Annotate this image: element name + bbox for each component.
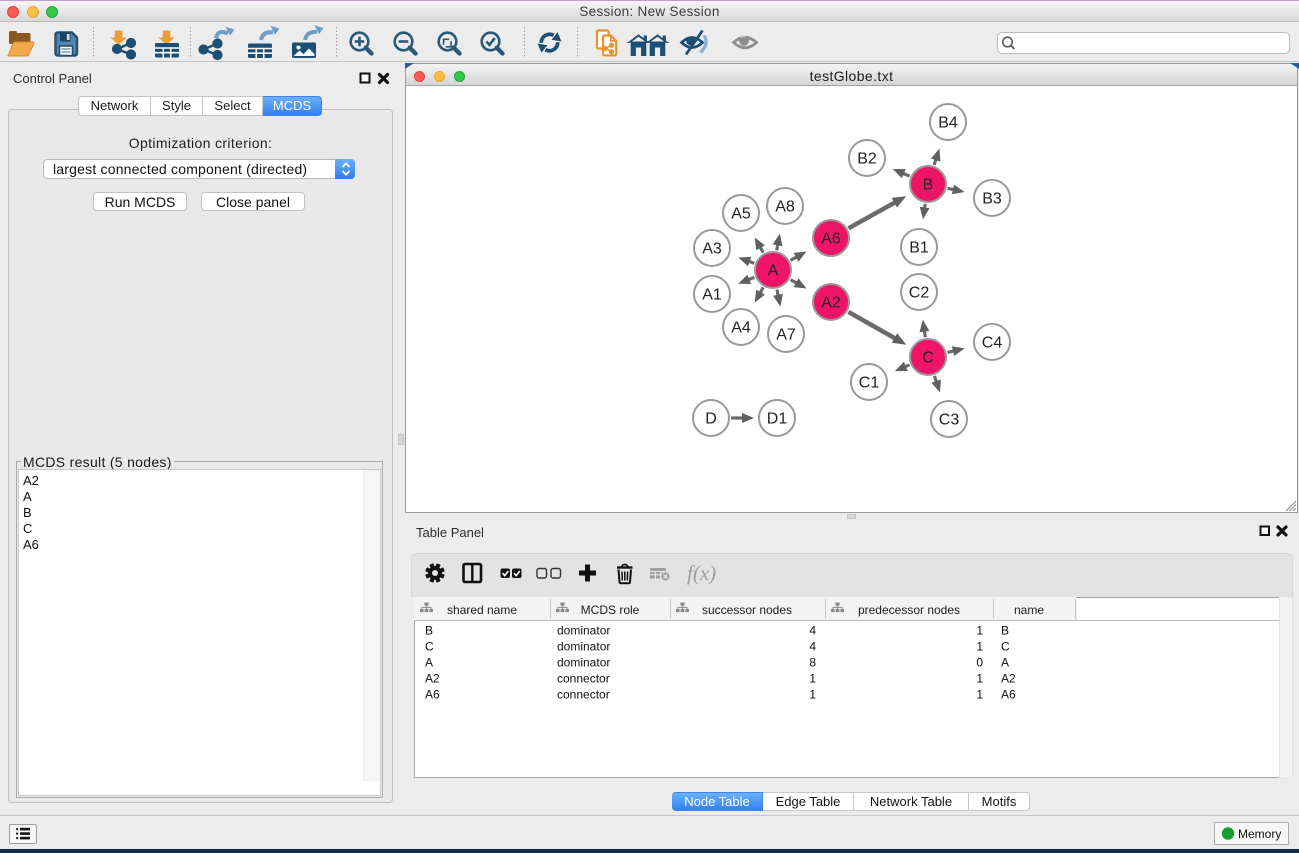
svg-text:1: 1 [976,672,983,686]
svg-text:shared name: shared name [447,603,517,617]
svg-text:Memory: Memory [1238,827,1281,841]
svg-text:C: C [1001,640,1010,654]
svg-text:4: 4 [809,624,816,638]
svg-text:1: 1 [976,688,983,702]
svg-text:B: B [425,624,433,638]
svg-text:dominator: dominator [557,656,610,670]
svg-text:B: B [1001,624,1009,638]
svg-text:1: 1 [976,624,983,638]
svg-text:A2: A2 [425,672,440,686]
svg-text:dominator: dominator [557,624,610,638]
svg-text:successor nodes: successor nodes [702,603,792,617]
svg-text:8: 8 [809,656,816,670]
svg-text:MCDS role: MCDS role [581,603,640,617]
svg-text:predecessor nodes: predecessor nodes [858,603,960,617]
svg-text:1: 1 [809,672,816,686]
svg-text:A6: A6 [1001,688,1016,702]
svg-text:A2: A2 [1001,672,1016,686]
svg-text:1: 1 [809,688,816,702]
svg-text:0: 0 [976,656,983,670]
svg-text:name: name [1014,603,1044,617]
svg-text:A6: A6 [425,688,440,702]
svg-text:A: A [1001,656,1009,670]
svg-text:f(x): f(x) [687,561,716,585]
svg-text:connector: connector [557,688,610,702]
svg-text:C: C [425,640,434,654]
svg-text:1: 1 [976,640,983,654]
svg-text:4: 4 [809,640,816,654]
svg-text:connector: connector [557,672,610,686]
svg-text:A: A [425,656,433,670]
svg-text:dominator: dominator [557,640,610,654]
